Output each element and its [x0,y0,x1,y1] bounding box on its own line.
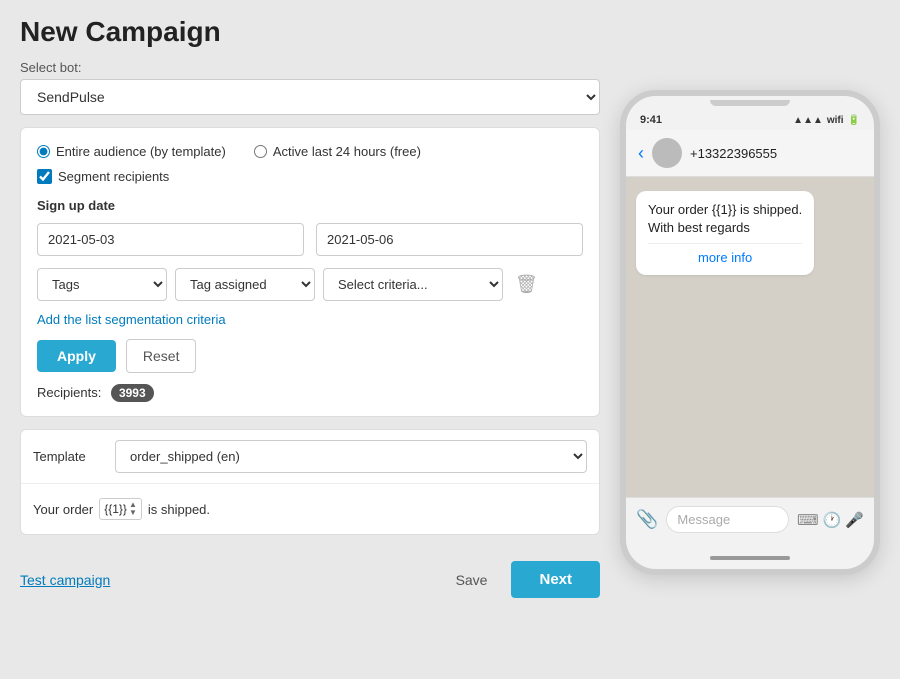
chat-message-bubble: Your order {{1}} is shipped. With best r… [636,191,814,275]
wifi-icon: wifi [827,115,844,126]
add-criteria-link[interactable]: Add the list segmentation criteria [37,312,226,327]
keyboard-icon: ⌨ [797,511,819,529]
signup-date-title: Sign up date [37,198,583,213]
page-title: New Campaign [20,16,880,48]
next-button[interactable]: Next [511,561,600,598]
back-arrow-icon[interactable]: ‹ [638,143,644,164]
mic-icon: 🎤 [845,511,864,529]
more-info-link[interactable]: more info [648,243,802,265]
phone-status-bar: 9:41 ▲▲▲ wifi 🔋 [626,108,874,130]
message-preview: Your order {{1}} ▲▼ is shipped. [21,484,599,534]
bot-select-label: Select bot: [20,60,600,75]
phone-home-bar [626,541,874,569]
variable-chip[interactable]: {{1}} ▲▼ [99,498,142,520]
phone-input-bar: 📎 Message ⌨ 🕐 🎤 [626,497,874,541]
clock-icon: 🕐 [823,511,842,529]
test-campaign-button[interactable]: Test campaign [20,572,110,588]
date-to-input[interactable] [316,223,583,256]
message-after: is shipped. [148,502,210,517]
segment-recipients-label: Segment recipients [58,169,169,184]
battery-icon: 🔋 [848,115,860,126]
phone-chat-header: ‹ +13322396555 [626,130,874,177]
bot-select[interactable]: SendPulse [20,79,600,115]
signal-icon: ▲▲▲ [793,115,823,126]
segment-recipients-checkbox[interactable] [37,169,52,184]
filter-tags-select[interactable]: Tags [37,268,167,301]
apply-button[interactable]: Apply [37,340,116,372]
chat-message-text: Your order {{1}} is shipped. With best r… [648,201,802,237]
contact-phone-number: +13322396555 [690,146,777,161]
phone-message-input[interactable]: Message [666,506,789,533]
bottom-bar: Test campaign Save Next [20,547,600,598]
attach-icon: 📎 [636,509,658,530]
recipients-badge: 3993 [111,384,154,402]
audience-card: Entire audience (by template) Active las… [20,127,600,417]
audience-option-entire[interactable]: Entire audience (by template) [37,144,226,159]
phone-chat-body: Your order {{1}} is shipped. With best r… [626,177,874,497]
phone-mockup: 9:41 ▲▲▲ wifi 🔋 ‹ +13322396555 Your orde… [620,90,880,575]
contact-avatar [652,138,682,168]
delete-filter-button[interactable]: 🗑 [511,270,542,299]
message-before: Your order [33,502,93,517]
phone-time: 9:41 [640,114,662,126]
recipients-row: Recipients: 3993 [37,385,583,400]
template-select[interactable]: order_shipped (en) [115,440,587,473]
filter-condition-select[interactable]: Tag assigned [175,268,315,301]
reset-button[interactable]: Reset [126,339,197,373]
date-from-input[interactable] [37,223,304,256]
template-label: Template [33,449,103,464]
template-card: Template order_shipped (en) Your order {… [20,429,600,535]
audience-option-active[interactable]: Active last 24 hours (free) [254,144,421,159]
filter-criteria-select[interactable]: Select criteria... [323,268,503,301]
save-button[interactable]: Save [442,564,502,596]
